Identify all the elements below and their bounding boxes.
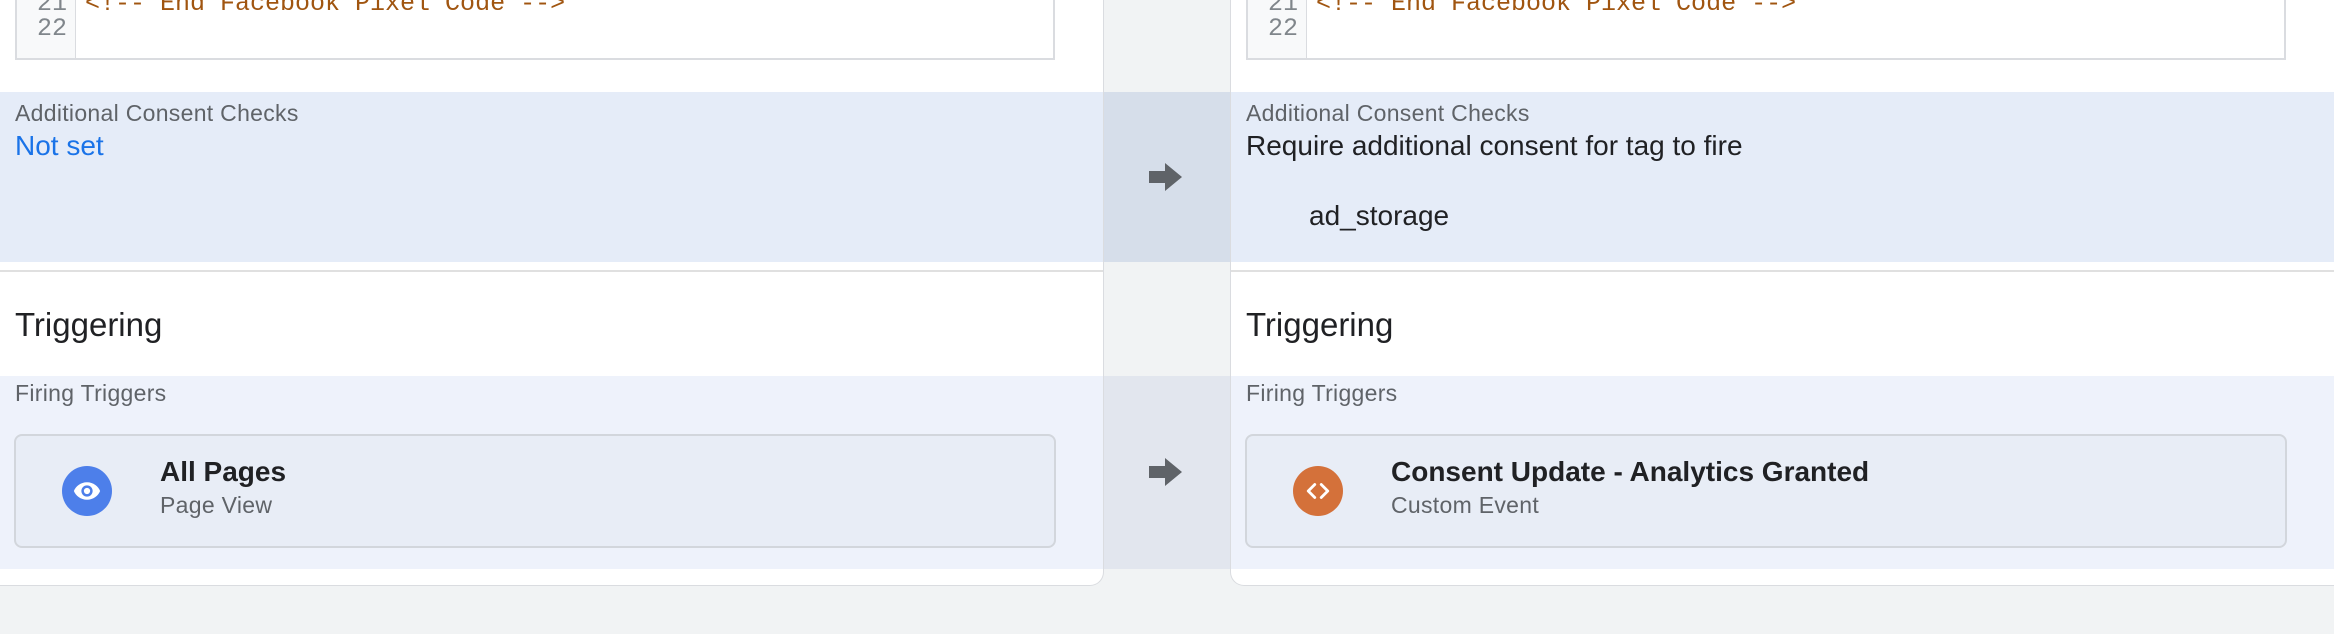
firing-triggers-section: Firing Triggers All Pages Page View xyxy=(0,376,1103,569)
code-icon xyxy=(1293,466,1343,516)
triggering-title: Triggering xyxy=(1246,306,1394,343)
consent-checks-section: Additional Consent Checks Not set xyxy=(0,92,1103,262)
firing-triggers-section: Firing Triggers Consent Update - Analyti… xyxy=(1231,376,2334,569)
consent-type-item: ad_storage xyxy=(1309,200,1450,231)
arrow-right-icon xyxy=(1148,456,1184,488)
eye-icon xyxy=(62,466,112,516)
line-number: 22 xyxy=(1267,14,1298,43)
consent-checks-value: Not set xyxy=(15,130,104,161)
firing-triggers-label: Firing Triggers xyxy=(15,380,167,406)
firing-triggers-label: Firing Triggers xyxy=(1246,380,1398,406)
consent-checks-label: Additional Consent Checks xyxy=(1246,100,1530,126)
trigger-card[interactable]: All Pages Page View xyxy=(14,434,1056,548)
section-divider xyxy=(0,270,1103,272)
trigger-card[interactable]: Consent Update - Analytics Granted Custo… xyxy=(1245,434,2287,548)
line-number-gutter: 21 22 xyxy=(1248,0,1307,58)
line-number-gutter: 21 22 xyxy=(17,0,76,58)
code-line: <!-- End Facebook Pixel Code --> xyxy=(85,0,566,18)
previous-version-panel: 21 22 <!-- End Facebook Pixel Code --> A… xyxy=(0,0,1104,586)
code-editor[interactable]: 21 22 <!-- End Facebook Pixel Code --> xyxy=(1246,0,2286,60)
consent-checks-label: Additional Consent Checks xyxy=(15,100,299,126)
code-editor[interactable]: 21 22 <!-- End Facebook Pixel Code --> xyxy=(15,0,1055,60)
line-number: 22 xyxy=(36,14,67,43)
code-line: <!-- End Facebook Pixel Code --> xyxy=(1316,0,1797,18)
new-version-panel: 21 22 <!-- End Facebook Pixel Code --> A… xyxy=(1230,0,2334,586)
triggering-title: Triggering xyxy=(15,306,163,343)
consent-checks-value: Require additional consent for tag to fi… xyxy=(1246,130,1743,161)
trigger-name: Consent Update - Analytics Granted xyxy=(1391,456,1870,487)
consent-checks-section: Additional Consent Checks Require additi… xyxy=(1231,92,2334,262)
trigger-type: Custom Event xyxy=(1391,492,1540,518)
arrow-right-icon xyxy=(1148,161,1184,193)
trigger-name: All Pages xyxy=(160,456,287,487)
trigger-type: Page View xyxy=(160,492,273,518)
section-divider xyxy=(1231,270,2334,272)
